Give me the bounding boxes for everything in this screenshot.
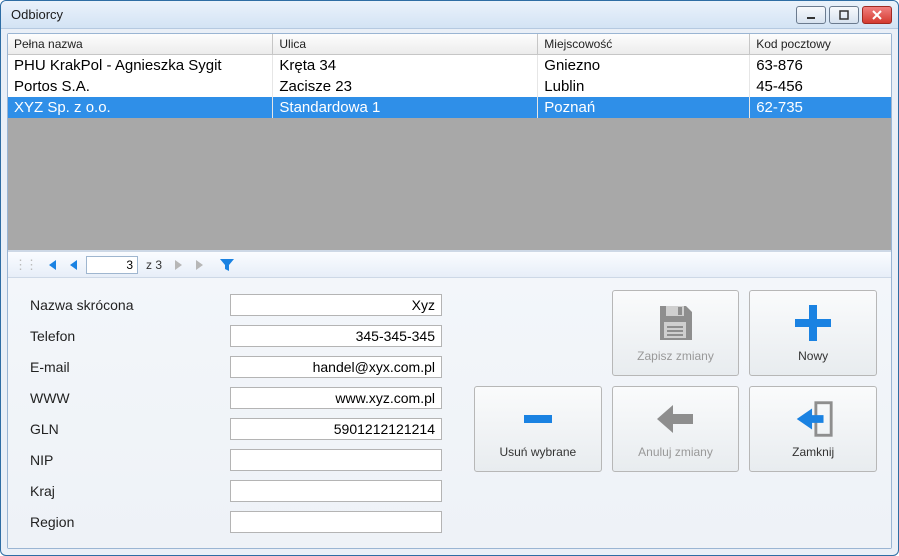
table-row[interactable]: XYZ Sp. z o.o.Standardowa 1Poznań62-735 (8, 97, 891, 118)
label-region: Region (30, 514, 230, 530)
table-cell: XYZ Sp. z o.o. (8, 97, 273, 118)
input-nip[interactable] (230, 449, 442, 471)
label-nip: NIP (30, 452, 230, 468)
window: Odbiorcy Pełna nazwaUlicaMiejscowośćKod … (0, 0, 899, 556)
input-country[interactable] (230, 480, 442, 502)
table-cell: Poznań (538, 97, 750, 118)
save-icon (653, 303, 697, 343)
label-country: Kraj (30, 483, 230, 499)
input-www[interactable] (230, 387, 442, 409)
label-short-name: Nazwa skrócona (30, 297, 230, 313)
minimize-button[interactable] (796, 6, 826, 24)
table-cell: PHU KrakPol - Agnieszka Sygit (8, 54, 273, 76)
table-cell: 45-456 (750, 76, 891, 97)
column-header[interactable]: Pełna nazwa (8, 34, 273, 54)
nav-first-icon[interactable] (42, 256, 60, 274)
toolbar-grip: ⋮⋮ (14, 257, 36, 273)
close-window-button[interactable] (862, 6, 892, 24)
table-row[interactable]: Portos S.A.Zacisze 23Lublin45-456 (8, 76, 891, 97)
cancel-button-label: Anuluj zmiany (638, 445, 713, 459)
table-cell: 63-876 (750, 54, 891, 76)
input-phone[interactable] (230, 325, 442, 347)
table-cell: Portos S.A. (8, 76, 273, 97)
titlebar: Odbiorcy (1, 1, 898, 29)
table-cell: Kręta 34 (273, 54, 538, 76)
input-gln[interactable] (230, 418, 442, 440)
new-button-label: Nowy (798, 349, 828, 363)
detail-fields: Nazwa skrócona Telefon E-mail WWW GLN NI… (30, 290, 460, 538)
table-row[interactable]: PHU KrakPol - Agnieszka SygitKręta 34Gni… (8, 54, 891, 76)
grid-area: Pełna nazwaUlicaMiejscowośćKod pocztowy … (8, 34, 891, 251)
maximize-button[interactable] (829, 6, 859, 24)
cancel-button[interactable]: Anuluj zmiany (612, 386, 740, 472)
column-header[interactable]: Miejscowość (538, 34, 750, 54)
window-controls (796, 6, 892, 24)
table-cell: Gniezno (538, 54, 750, 76)
nav-next-icon[interactable] (170, 256, 188, 274)
label-gln: GLN (30, 421, 230, 437)
recipients-table[interactable]: Pełna nazwaUlicaMiejscowośćKod pocztowy … (8, 34, 891, 118)
close-button[interactable]: Zamknij (749, 386, 877, 472)
page-total-label: z 3 (146, 258, 162, 272)
input-email[interactable] (230, 356, 442, 378)
exit-icon (791, 399, 835, 439)
client-area: Pełna nazwaUlicaMiejscowośćKod pocztowy … (7, 33, 892, 549)
table-cell: Standardowa 1 (273, 97, 538, 118)
column-header[interactable]: Kod pocztowy (750, 34, 891, 54)
label-phone: Telefon (30, 328, 230, 344)
table-cell: 62-735 (750, 97, 891, 118)
action-buttons: Zapisz zmiany Nowy Usuń wybrane (474, 290, 877, 538)
label-email: E-mail (30, 359, 230, 375)
save-button[interactable]: Zapisz zmiany (612, 290, 740, 376)
table-cell: Lublin (538, 76, 750, 97)
label-www: WWW (30, 390, 230, 406)
nav-prev-icon[interactable] (64, 256, 82, 274)
new-button[interactable]: Nowy (749, 290, 877, 376)
plus-icon (791, 303, 835, 343)
save-button-label: Zapisz zmiany (637, 349, 714, 363)
form-area: Nazwa skrócona Telefon E-mail WWW GLN NI… (8, 278, 891, 548)
delete-button[interactable]: Usuń wybrane (474, 386, 602, 472)
column-header[interactable]: Ulica (273, 34, 538, 54)
window-title: Odbiorcy (11, 7, 796, 22)
table-cell: Zacisze 23 (273, 76, 538, 97)
input-short-name[interactable] (230, 294, 442, 316)
minus-icon (516, 399, 560, 439)
arrow-left-icon (653, 399, 697, 439)
page-number-input[interactable] (86, 256, 138, 274)
record-navigator: ⋮⋮ z 3 (8, 251, 891, 278)
delete-button-label: Usuń wybrane (499, 445, 576, 459)
nav-last-icon[interactable] (192, 256, 210, 274)
input-region[interactable] (230, 511, 442, 533)
filter-icon[interactable] (218, 256, 236, 274)
close-button-label: Zamknij (792, 445, 834, 459)
